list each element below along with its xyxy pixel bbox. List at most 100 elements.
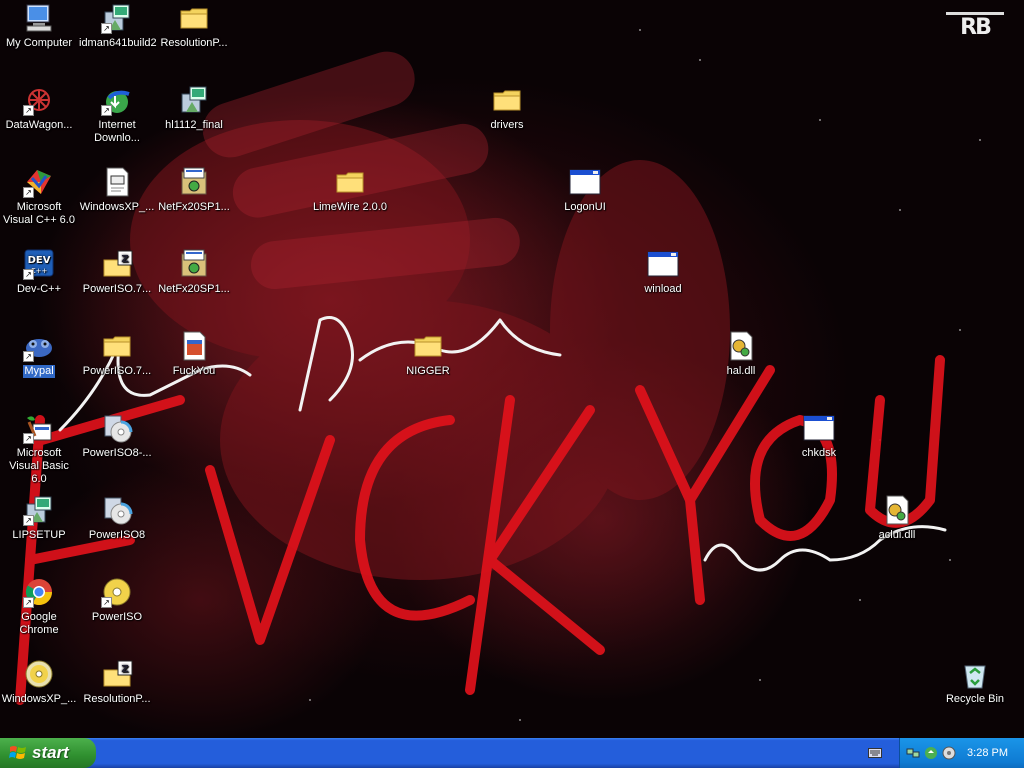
desktop-icon-poweriso8[interactable]: PowerISO8-... (78, 412, 156, 460)
desktop-icon-label: FuckYou (172, 365, 216, 377)
desktop-icon-nigger[interactable]: NIGGER (389, 330, 467, 378)
desktop-icon-label: Recycle Bin (945, 693, 1005, 705)
desktop-icon-my-computer[interactable]: My Computer (0, 2, 78, 50)
desktop-icon-fuckyou[interactable]: FuckYou (155, 330, 233, 378)
desktop-icon-label: aclui.dll (878, 529, 916, 541)
desktop-icon-label: LogonUI (564, 201, 606, 213)
setup-icon (178, 248, 210, 280)
application-window-icon (569, 166, 601, 198)
desktop-icon-hal-dll[interactable]: hal.dll (702, 330, 780, 378)
desktop-icon-label: winload (644, 283, 682, 295)
desktop-icon-resolutionp[interactable]: ResolutionP... (155, 2, 233, 50)
zip-folder-icon: Z (101, 248, 133, 280)
desktop-icon-label: PowerISO8-... (82, 447, 152, 459)
desktop-icon-label: PowerISO.7... (82, 283, 152, 295)
installer-icon (178, 84, 210, 116)
desktop-icon-netfx20sp1[interactable]: NetFx20SP1... (155, 166, 233, 214)
visual-cpp-icon: ↗ (23, 166, 55, 198)
installer-icon: ↗ (23, 494, 55, 526)
desktop-icon-logonui[interactable]: LogonUI (546, 166, 624, 214)
desktop-icon-datawagon[interactable]: ↗ DataWagon... (0, 84, 78, 132)
application-window-icon (803, 412, 835, 444)
desktop-icon-label: My Computer (5, 37, 73, 49)
desktop-icon-label: WindowsXP_... (1, 693, 77, 705)
desktop-icon-label: ResolutionP... (83, 693, 151, 705)
taskbar: start 3:28 PM (0, 738, 1024, 768)
desktop-icon-label: DataWagon... (5, 119, 73, 131)
desktop-icon-windowsxp[interactable]: WindowsXP_... (78, 166, 156, 214)
desktop-icon-label: idman641build2 (79, 37, 157, 49)
desktop-icon-resolutionp[interactable]: Z ResolutionP... (78, 658, 156, 706)
desktop-icon-label: NetFx20SP1... (158, 201, 230, 213)
update-icon[interactable] (924, 746, 938, 760)
desktop-icon-microsoft-visual-basic-6-0[interactable]: ↗ Microsoft Visual Basic 6.0 (0, 412, 78, 486)
brand-logo: RB (946, 12, 1004, 43)
desktop-icon-hl1112-final[interactable]: hl1112_final (155, 84, 233, 132)
desktop-icon-mypal[interactable]: ↗ Mypal (0, 330, 78, 378)
desktop-icon-label: PowerISO.7... (82, 365, 152, 377)
desktop-icon-idman641build2[interactable]: ↗ idman641build2 (78, 2, 157, 50)
desktop-icon-recycle-bin[interactable]: Recycle Bin (936, 658, 1014, 706)
document-icon (101, 166, 133, 198)
shortcut-arrow-icon: ↗ (101, 105, 112, 116)
desktop-icon-label: WindowsXP_... (79, 201, 155, 213)
internet-download-manager-icon: ↗ (101, 84, 133, 116)
system-tray: 3:28 PM (899, 738, 1024, 768)
application-window-icon (647, 248, 679, 280)
desktop-icon-label: drivers (490, 119, 524, 131)
desktop-icon-poweriso-7[interactable]: PowerISO.7... (78, 330, 156, 378)
chrome-icon: ↗ (23, 576, 55, 608)
desktop-icon-lipsetup[interactable]: ↗ LIPSETUP (0, 494, 78, 542)
image-file-icon (178, 330, 210, 362)
folder-icon (412, 330, 444, 362)
shortcut-arrow-icon: ↗ (23, 351, 34, 362)
desktop-icon-label: Mypal (23, 365, 55, 378)
desktop-icon-label: ResolutionP... (160, 37, 228, 49)
poweriso-setup-icon (101, 494, 133, 526)
svg-text:Z: Z (121, 664, 128, 675)
desktop-icon-microsoft-visual-c-6-0[interactable]: ↗ Microsoft Visual C++ 6.0 (0, 166, 78, 227)
desktop-icon-drivers[interactable]: drivers (468, 84, 546, 132)
shortcut-arrow-icon: ↗ (23, 515, 34, 526)
shortcut-arrow-icon: ↗ (101, 23, 112, 34)
disc-image-icon (23, 658, 55, 690)
desktop-icon-chkdsk[interactable]: chkdsk (780, 412, 858, 460)
folder-icon (334, 166, 366, 198)
shortcut-arrow-icon: ↗ (23, 597, 34, 608)
shortcut-arrow-icon: ↗ (23, 269, 34, 280)
desktop-icon-label: PowerISO8 (88, 529, 146, 541)
setup-icon (178, 166, 210, 198)
desktop-icon-label: Microsoft Visual Basic 6.0 (9, 447, 69, 485)
desktop-icon-limewire-2-0-0[interactable]: LimeWire 2.0.0 (311, 166, 389, 214)
desktop-icon-label: Internet Downlo... (94, 119, 140, 144)
folder-icon (101, 330, 133, 362)
desktop-icon-poweriso8[interactable]: PowerISO8 (78, 494, 156, 542)
shortcut-arrow-icon: ↗ (23, 187, 34, 198)
my-computer-icon (23, 2, 55, 34)
desktop-icon-label: Dev-C++ (16, 283, 62, 295)
desktop-icon-google-chrome[interactable]: ↗ Google Chrome (0, 576, 78, 637)
clock[interactable]: 3:28 PM (967, 738, 1008, 768)
desktop-icon-dev-c[interactable]: DEV C++ ↗ Dev-C++ (0, 248, 78, 296)
desktop-icon-label: Microsoft Visual C++ 6.0 (3, 201, 75, 226)
volume-icon[interactable] (942, 746, 956, 760)
network-icon[interactable] (906, 746, 920, 760)
windows-flag-icon (9, 746, 26, 759)
desktop-icon-poweriso-7[interactable]: Z PowerISO.7... (78, 248, 156, 296)
desktop-icon-label: NetFx20SP1... (158, 283, 230, 295)
desktop-icon-winload[interactable]: winload (624, 248, 702, 296)
dll-icon (725, 330, 757, 362)
desktop-icon-aclui-dll[interactable]: aclui.dll (858, 494, 936, 542)
desktop-icon-label: NIGGER (406, 365, 450, 377)
zip-folder-icon: Z (101, 658, 133, 690)
keyboard-icon[interactable] (868, 748, 882, 758)
dev-cpp-icon: DEV C++ ↗ (23, 248, 55, 280)
start-button[interactable]: start (0, 738, 96, 768)
svg-text:Z: Z (121, 254, 128, 265)
desktop-icon-netfx20sp1[interactable]: NetFx20SP1... (155, 248, 233, 296)
desktop-icon-internet-downlo[interactable]: ↗ Internet Downlo... (78, 84, 156, 145)
desktop-icon-label: chkdsk (801, 447, 837, 459)
desktop-icon-poweriso[interactable]: ↗ PowerISO (78, 576, 156, 624)
desktop-icon-windowsxp[interactable]: WindowsXP_... (0, 658, 78, 706)
desktop-icon-label: PowerISO (91, 611, 143, 623)
